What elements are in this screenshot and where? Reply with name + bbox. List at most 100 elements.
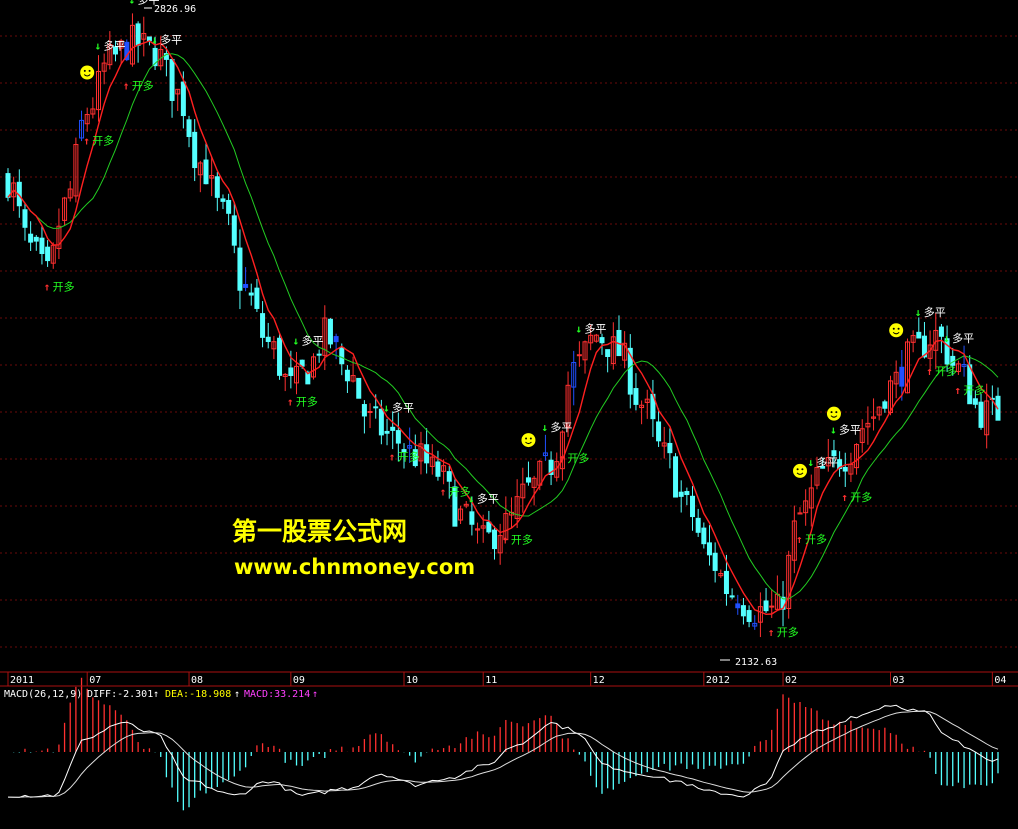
buy-label: 开多	[53, 280, 75, 294]
candle-body	[344, 369, 350, 382]
watermark-url: www.chnmoney.com	[234, 555, 476, 579]
price-low-label: 2132.63	[735, 657, 777, 668]
sell-arrow: ↓	[128, 0, 135, 6]
candle-body	[186, 119, 192, 138]
candle-body	[243, 283, 249, 288]
sell-label: 多平	[584, 322, 606, 336]
candle-body	[576, 354, 582, 357]
candle-body	[260, 313, 266, 338]
sell-arrow: ↓	[383, 401, 390, 414]
buy-arrow: ↑	[389, 450, 396, 463]
stock-chart: ↑开多↑开多↓多平↑开多↓多平↓多平↑开多↓多平↓多平↑开多↑开多↓多平↑开多↓…	[0, 0, 1018, 825]
candle-body	[678, 491, 684, 497]
x-axis-ticks: 2011 07 08 09 10 11 12 2012 02 03 04	[7, 672, 1006, 686]
candle-body	[746, 610, 752, 622]
macd-title: MACD(26,12,9)	[4, 689, 82, 700]
candle-body	[978, 401, 984, 428]
buy-label: 开多	[92, 134, 114, 148]
candle-body	[231, 215, 237, 246]
buy-label: 开多	[963, 383, 985, 397]
smiley-icon	[80, 65, 95, 80]
x-tick-label: 12	[593, 675, 605, 686]
x-tick-label: 04	[994, 675, 1006, 686]
smiley-icon	[521, 433, 536, 448]
buy-arrow: ↑	[83, 135, 90, 148]
candle-body	[469, 511, 475, 525]
candle-body	[599, 337, 605, 344]
sell-arrow: ↓	[830, 424, 837, 437]
candle-body	[492, 529, 498, 550]
candle-body	[22, 209, 28, 228]
smiley-eye	[830, 411, 833, 414]
buy-arrow: ↑	[768, 626, 775, 639]
diff-value: DIFF:-2.301	[87, 689, 153, 700]
candle-body	[316, 353, 322, 356]
candle-body	[384, 430, 390, 434]
candle-body	[395, 430, 401, 444]
candle-body	[33, 236, 39, 242]
candle-body	[5, 173, 11, 198]
x-tick-label: 11	[485, 675, 497, 686]
smiley-eye	[83, 69, 86, 72]
buy-arrow: ↑	[440, 486, 447, 499]
candle-body	[237, 247, 243, 291]
candle-body	[327, 318, 333, 345]
x-tick-label: 08	[191, 675, 203, 686]
sell-label: 多平	[816, 455, 838, 469]
dea-value: DEA:-18.908	[165, 689, 231, 700]
sell-label: 多平	[302, 333, 324, 347]
dea-line	[7, 710, 999, 798]
candle-body	[842, 467, 848, 472]
candle-body	[673, 456, 679, 498]
candle-body	[135, 23, 141, 46]
x-tick-label: 02	[785, 675, 797, 686]
buy-arrow: ↑	[502, 534, 509, 547]
buy-arrow: ↑	[123, 80, 130, 93]
buy-arrow: ↑	[841, 491, 848, 504]
macd-arrow: ↑	[312, 689, 318, 700]
candle-body	[723, 570, 729, 595]
macd-value: MACD:33.214	[244, 689, 310, 700]
x-tick-label: 2012	[706, 675, 730, 686]
candle-body	[248, 292, 254, 296]
sell-label: 多平	[104, 38, 126, 52]
sell-label: 多平	[477, 491, 499, 505]
buy-label: 开多	[296, 395, 318, 409]
candle-body	[882, 401, 888, 409]
chart-svg: ↑开多↑开多↓多平↑开多↓多平↓多平↑开多↓多平↓多平↑开多↑开多↓多平↑开多↓…	[0, 0, 1018, 811]
candle-body	[605, 349, 611, 357]
smiley-eye	[525, 437, 528, 440]
candle-body	[214, 176, 220, 198]
candle-body	[712, 552, 718, 571]
candle-body	[729, 595, 735, 598]
candle-body	[899, 366, 905, 387]
candle-body	[667, 442, 673, 454]
x-tick-label: 2011	[10, 675, 34, 686]
candle-body	[740, 605, 746, 617]
smiley-eye	[892, 327, 895, 330]
buy-arrow: ↑	[796, 533, 803, 546]
candle-body	[486, 521, 492, 533]
candle-body	[735, 603, 741, 609]
candle-body	[446, 471, 452, 482]
candle-body	[831, 450, 837, 457]
candle-body	[203, 159, 209, 185]
x-tick-label: 03	[893, 675, 905, 686]
candle-body	[356, 377, 362, 399]
x-tick-label: 09	[293, 675, 305, 686]
candle-body	[690, 495, 696, 518]
candle-body	[254, 287, 260, 309]
buy-label: 开多	[850, 490, 872, 504]
sell-arrow: ↓	[541, 421, 548, 434]
smiley-eye	[88, 69, 91, 72]
sell-arrow: ↓	[293, 334, 300, 347]
ma-fast-line	[7, 40, 999, 616]
buy-arrow: ↑	[954, 384, 961, 397]
moving-averages	[7, 40, 999, 616]
candle-body	[373, 406, 379, 409]
candle-body	[525, 477, 531, 483]
buy-label: 开多	[777, 625, 799, 639]
ma-slow-line	[7, 53, 999, 600]
candle-body	[367, 411, 373, 414]
candle-body	[916, 331, 922, 339]
